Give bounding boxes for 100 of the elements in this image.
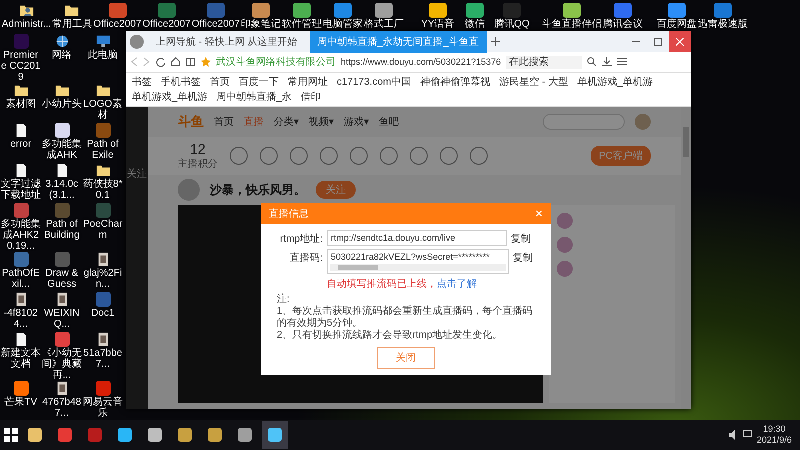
search-icon[interactable]	[587, 57, 598, 67]
feature-icon[interactable]	[290, 147, 308, 165]
copy-link[interactable]: 复制	[513, 249, 533, 265]
icon-label[interactable]: 常用工具	[52, 19, 92, 30]
taskbar-app[interactable]	[262, 421, 288, 449]
bookmark-item[interactable]: 游民星空 - 大型	[499, 75, 568, 89]
feature-icon[interactable]	[470, 147, 488, 165]
folder-icon	[96, 163, 110, 178]
nav-link[interactable]: 游戏▾	[344, 115, 370, 129]
bookmark-item[interactable]: 首页	[210, 75, 230, 89]
icon-label[interactable]: glaj%2Fin...	[83, 268, 123, 290]
bookmark-item[interactable]: 借印	[301, 90, 322, 104]
search-field[interactable]: 在此搜索	[506, 56, 582, 68]
icon-label[interactable]: 微信	[465, 19, 486, 30]
icon-label[interactable]: Office2007	[93, 19, 142, 30]
nav-link[interactable]: 分类▾	[274, 115, 300, 129]
bookmark-item[interactable]: 常用网址	[288, 75, 328, 89]
feature-icon[interactable]	[260, 147, 278, 165]
icon-label[interactable]: Path of Building	[42, 219, 82, 241]
icon-label[interactable]: 格式工厂	[364, 19, 404, 30]
close-icon[interactable]	[676, 38, 684, 46]
icon-label[interactable]: -4f81024...	[1, 308, 41, 330]
copy-link[interactable]: 复制	[511, 230, 531, 246]
start-icon[interactable]	[4, 428, 18, 442]
icon-label[interactable]: 多功能集成AHK	[42, 139, 82, 161]
icon-label[interactable]: WEIXINQ...	[42, 308, 82, 330]
icon-label[interactable]: 药侠技8*0.1	[83, 179, 123, 201]
avatar-icon[interactable]	[130, 34, 144, 48]
input-field[interactable]: rtmp://sendtc1a.douyu.com/live	[327, 230, 507, 246]
bookmark-item[interactable]: 单机游戏_单机游	[132, 90, 208, 104]
icon-label[interactable]: 网络	[42, 50, 82, 61]
icon-label[interactable]: 斗鱼直播伴侣	[542, 19, 602, 30]
bookmark-item[interactable]: 周中朝韩直播_永	[216, 90, 292, 104]
feature-icon[interactable]	[350, 147, 368, 165]
icon-label[interactable]: 新建文本文档	[1, 348, 41, 370]
icon-label[interactable]: 此电脑	[83, 50, 123, 61]
close-button[interactable]	[669, 31, 691, 52]
feature-icon[interactable]	[230, 147, 248, 165]
icon-label[interactable]: PoeCharm	[83, 219, 123, 241]
icon-label[interactable]: 迅雷极速版	[698, 19, 748, 30]
bookmark-item[interactable]: 神偷神偷弹幕视	[420, 75, 490, 89]
book-icon[interactable]	[186, 57, 196, 67]
icon-label[interactable]: 素材图	[1, 99, 41, 110]
scrollbar[interactable]	[681, 107, 691, 409]
icon-label[interactable]: Path of Exile	[83, 139, 123, 161]
icon-label[interactable]: 芒果TV	[1, 397, 41, 408]
nav-link[interactable]: 鱼吧	[379, 115, 400, 129]
icon-label[interactable]: YY语音	[421, 19, 455, 30]
url-text[interactable]: https://www.douyu.com/5030221?15376	[341, 57, 502, 67]
icon-label[interactable]: Office2007	[192, 19, 240, 30]
clock-time[interactable]: 19:30	[763, 424, 786, 435]
bookmark-item[interactable]: 手机书签	[161, 75, 201, 89]
bookmark-item[interactable]: 单机游戏_单机游	[577, 75, 653, 89]
icon-label[interactable]: 小幼片头	[42, 99, 82, 110]
bookmark-item[interactable]: 百度一下	[239, 75, 279, 89]
icon-label[interactable]: 腾讯QQ	[494, 19, 530, 30]
icon-label[interactable]: 软件管理	[282, 19, 322, 30]
feature-icon[interactable]	[440, 147, 458, 165]
feature-icon[interactable]	[410, 147, 428, 165]
icon-label[interactable]: 网易云音乐	[83, 397, 123, 419]
page-search-field[interactable]	[543, 114, 625, 130]
icon-label[interactable]: PathOfExil...	[1, 268, 41, 290]
maximize-icon[interactable]	[654, 38, 662, 46]
reload-icon[interactable]	[156, 57, 166, 67]
nav-link[interactable]: 首页	[214, 115, 234, 129]
icon-label[interactable]: 51a7bbe7...	[83, 348, 123, 370]
icon-label[interactable]: Administr...	[2, 19, 52, 30]
new-tab-icon[interactable]	[490, 37, 500, 46]
bookmark-item[interactable]: 书签	[132, 75, 152, 89]
input-field[interactable]: 5030221ra82kVEZL?wsSecret=*********	[327, 249, 509, 274]
icon-label[interactable]: 《小幼无间》典藏再...	[42, 348, 82, 381]
icon-label[interactable]: LOGO素材	[83, 99, 123, 121]
icon-label[interactable]: 电脑管家	[323, 19, 364, 30]
learn-more-link[interactable]: 点击了解	[437, 279, 477, 290]
icon-label[interactable]: 多功能集成AHK20.19...	[1, 219, 41, 252]
nav-link[interactable]: 视频▾	[309, 115, 334, 129]
icon-label[interactable]: 腾讯会议	[603, 19, 644, 30]
sidebar-item[interactable]: 关注	[127, 167, 147, 181]
home-icon[interactable]	[171, 57, 181, 67]
icon-label[interactable]: 4767b487...	[42, 397, 82, 419]
browser-tab[interactable]: 上网导航 - 轻快上网 从这里开始	[148, 30, 306, 52]
folder-icon	[54, 83, 70, 98]
menu-icon[interactable]	[617, 57, 628, 67]
icon-label[interactable]: Draw & Guess	[42, 268, 82, 290]
folder-icon	[63, 3, 82, 18]
bookmark-item[interactable]: c17173.com中国	[337, 75, 412, 89]
icon-label[interactable]: error	[1, 139, 41, 150]
icon-label[interactable]: 印象笔记	[241, 19, 282, 30]
star-icon[interactable]	[201, 57, 211, 67]
clock-date[interactable]: 2021/9/6	[756, 435, 792, 446]
feature-icon[interactable]	[380, 147, 398, 165]
dialog-title: 直播信息	[269, 208, 309, 220]
icon-label[interactable]: Doc1	[83, 308, 123, 319]
download-icon[interactable]	[602, 57, 612, 67]
icon-label[interactable]: Office2007	[142, 19, 191, 30]
icon-label[interactable]: 百度网盘	[657, 19, 698, 30]
icon-label[interactable]: Premiere CC2019	[1, 50, 41, 83]
feature-icon[interactable]	[320, 147, 338, 165]
icon-label[interactable]: 文字过滤下载地址	[1, 179, 41, 201]
icon-label[interactable]: 3.14.0c(3.1...	[42, 179, 82, 201]
